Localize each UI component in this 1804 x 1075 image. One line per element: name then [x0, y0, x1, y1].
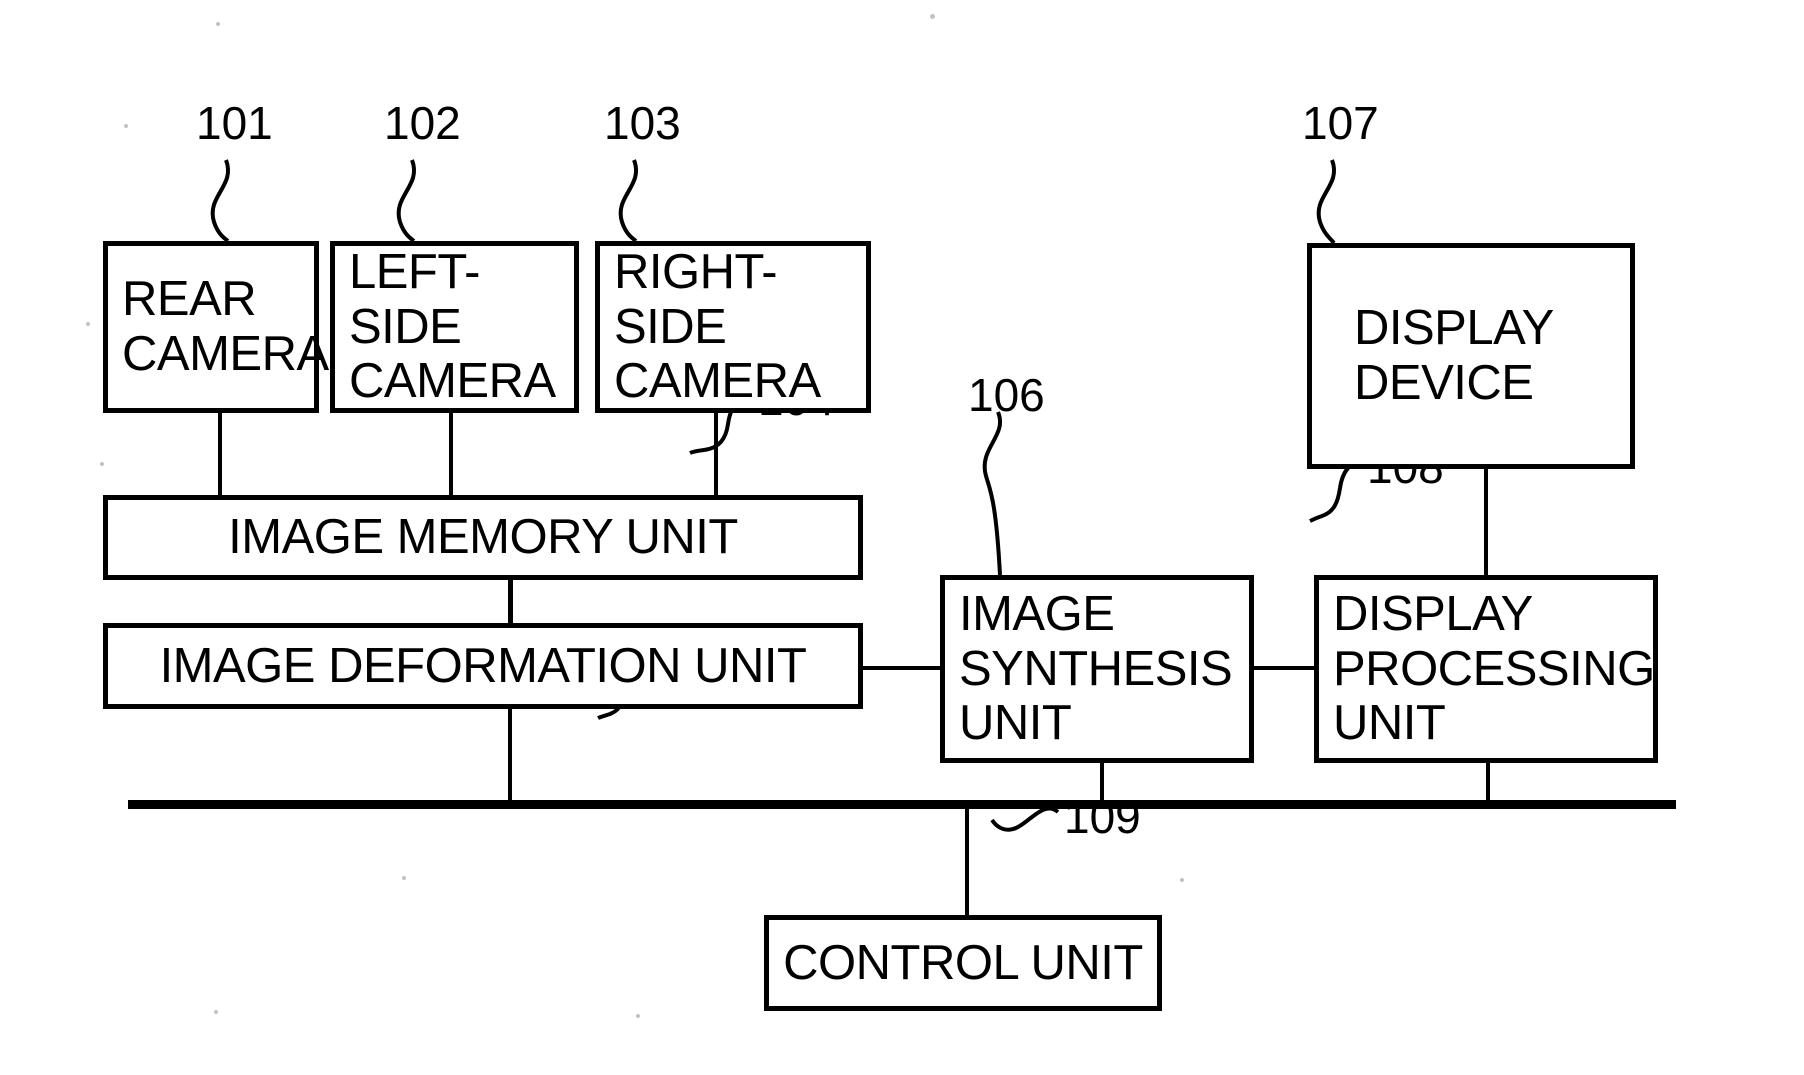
leader-line-103 [618, 159, 638, 243]
leader-line-106 [982, 411, 1002, 576]
scan-speck [216, 22, 220, 26]
scan-speck [1180, 878, 1184, 882]
scan-speck [402, 876, 406, 880]
block-display-device[interactable]: DISPLAY DEVICE [1307, 243, 1635, 469]
connector-synthesis-to-bus [1100, 762, 1104, 804]
block-label-control-unit: CONTROL UNIT [783, 935, 1143, 990]
scan-speck [930, 14, 935, 19]
block-rear-camera[interactable]: REAR CAMERA [103, 241, 329, 413]
figure-canvas: 101 102 103 107 104 106 108 105 109 [0, 0, 1804, 1075]
block-label-left-side-camera: LEFT-SIDE CAMERA [349, 244, 556, 409]
block-label-image-memory-unit: IMAGE MEMORY UNIT [228, 510, 738, 565]
scan-speck [214, 1010, 218, 1014]
block-label-display-device: DISPLAY DEVICE [1354, 301, 1554, 410]
block-label-right-side-camera: RIGHT-SIDE CAMERA [614, 244, 821, 409]
block-image-deformation-unit[interactable]: IMAGE DEFORMATION UNIT [103, 623, 863, 709]
block-image-memory-unit[interactable]: IMAGE MEMORY UNIT [103, 495, 863, 580]
connector-left-camera-to-memory [449, 412, 453, 497]
connector-synthesis-to-display-processing [1252, 666, 1316, 670]
scan-speck [100, 462, 104, 466]
block-control-unit[interactable]: CONTROL UNIT [764, 915, 1162, 1011]
block-label-rear-camera: REAR CAMERA [122, 272, 329, 381]
scan-speck [124, 124, 128, 128]
block-label-image-deformation-unit: IMAGE DEFORMATION UNIT [159, 638, 807, 693]
block-right-side-camera[interactable]: RIGHT-SIDE CAMERA [595, 241, 871, 413]
scan-speck [636, 1014, 640, 1018]
leader-line-102 [396, 159, 416, 243]
connector-deformation-to-bus [508, 708, 512, 804]
system-bus [128, 800, 1676, 809]
leader-line-101 [210, 159, 230, 243]
scan-speck [86, 322, 90, 326]
connector-memory-to-deformation [508, 578, 513, 625]
leader-line-109 [990, 806, 1060, 832]
block-label-image-synthesis-unit: IMAGE SYNTHESIS UNIT [959, 586, 1233, 751]
connector-deformation-to-synthesis [862, 666, 942, 670]
block-display-processing-unit[interactable]: DISPLAY PROCESSING UNIT [1314, 575, 1658, 763]
leader-line-107 [1316, 159, 1336, 245]
block-left-side-camera[interactable]: LEFT-SIDE CAMERA [330, 241, 579, 413]
leader-line-108 [1309, 458, 1365, 523]
connector-bus-to-control-unit [965, 802, 969, 915]
connector-rear-camera-to-memory [218, 412, 222, 497]
connector-display-processing-to-bus [1486, 762, 1490, 804]
connector-right-camera-to-memory [714, 412, 718, 497]
block-label-display-processing-unit: DISPLAY PROCESSING UNIT [1333, 586, 1655, 751]
connector-display-device-to-display-processing [1484, 468, 1488, 577]
block-image-synthesis-unit[interactable]: IMAGE SYNTHESIS UNIT [940, 575, 1254, 763]
